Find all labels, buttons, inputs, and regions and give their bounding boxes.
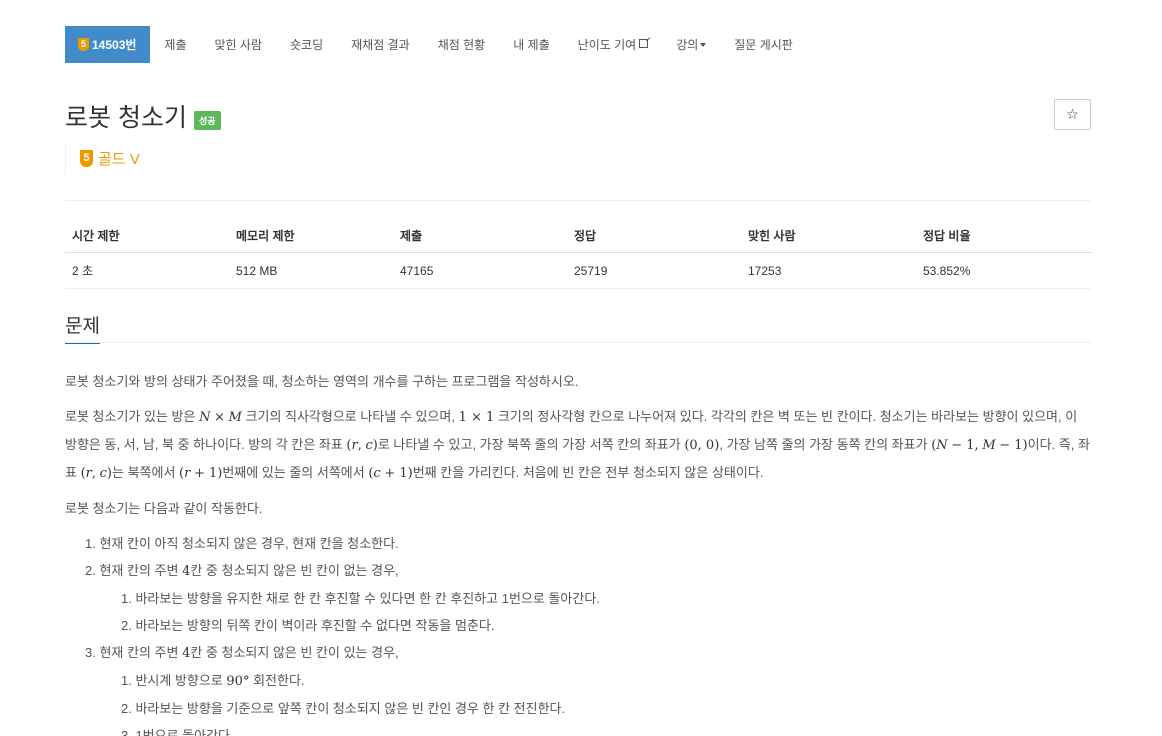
description-paragraph: 로봇 청소기와 방의 상태가 주어졌을 때, 청소하는 영역의 개수를 구하는 …	[65, 374, 579, 389]
time-limit-value: 2 초	[65, 252, 229, 289]
description-paragraph: 로봇 청소기는 다음과 같이 작동한다.	[65, 501, 263, 516]
divider	[65, 200, 1091, 201]
list-item: 3. 현재 칸의 주변 4칸 중 청소되지 않은 빈 칸이 있는 경우, 1. …	[85, 639, 1091, 736]
problem-menu: 5 14503번 제출 맞힌 사람 숏코딩 재채점 결과 채점 현황 내 제출 …	[65, 26, 807, 63]
submissions-value: 47165	[393, 252, 567, 289]
external-link-icon	[639, 39, 649, 48]
accepted-value: 25719	[567, 252, 741, 289]
nav-lectures[interactable]: 강의	[662, 26, 720, 63]
tier-icon: 5	[78, 38, 89, 51]
problem-id-label: 14503번	[92, 38, 137, 52]
table-row: 2 초 512 MB 47165 25719 17253 53.852%	[65, 252, 1091, 289]
list-item: 1. 현재 칸이 아직 청소되지 않은 경우, 현재 칸을 청소한다.	[85, 536, 399, 551]
nav-status[interactable]: 채점 현황	[424, 26, 500, 63]
list-item: 1. 바라보는 방향을 유지한 채로 한 칸 후진할 수 있다면 한 칸 후진하…	[121, 591, 600, 606]
nav-problem-id[interactable]: 5 14503번	[65, 26, 151, 63]
description-paragraph: 로봇 청소기가 있는 방은 N × M 크기의 직사각형으로 나타낼 수 있으며…	[65, 409, 1090, 481]
problem-description: 로봇 청소기와 방의 상태가 주어졌을 때, 청소하는 영역의 개수를 구하는 …	[65, 368, 1091, 736]
nav-short-coding[interactable]: 숏코딩	[276, 26, 337, 63]
header-memory-limit: 메모리 제한	[229, 219, 393, 253]
table-header-row: 시간 제한 메모리 제한 제출 정답 맞힌 사람 정답 비율	[65, 219, 1091, 253]
nav-my-submissions[interactable]: 내 제출	[499, 26, 563, 63]
status-badge: 성공	[193, 110, 221, 130]
nav-submit[interactable]: 제출	[150, 26, 200, 63]
tier-block: 5 골드 V	[65, 143, 140, 174]
memory-limit-value: 512 MB	[229, 252, 393, 289]
problem-section-header: 문제	[65, 311, 1091, 344]
star-button[interactable]: ☆	[1054, 99, 1091, 130]
list-item: 1. 반시계 방향으로 90° 회전한다.	[121, 673, 305, 689]
sub-steps-list: 1. 반시계 방향으로 90° 회전한다. 2. 바라보는 방향을 기준으로 앞…	[85, 667, 1091, 736]
list-item: 3. 1번으로 돌아간다.	[121, 728, 234, 736]
solved-users-value: 17253	[741, 252, 916, 289]
list-item: 2. 바라보는 방향의 뒤쪽 칸이 벽이라 후진할 수 없다면 작동을 멈춘다.	[121, 618, 495, 633]
sub-steps-list: 1. 바라보는 방향을 유지한 채로 한 칸 후진할 수 있다면 한 칸 후진하…	[85, 585, 1091, 639]
nav-question-board[interactable]: 질문 게시판	[720, 26, 807, 63]
nav-difficulty-contribution[interactable]: 난이도 기여	[564, 26, 663, 63]
tier-icon: 5	[80, 150, 93, 167]
accept-ratio-value: 53.852%	[916, 252, 1091, 289]
section-title: 문제	[65, 311, 100, 344]
problem-header: 로봇 청소기 성공	[65, 98, 221, 134]
list-item: 2. 바라보는 방향을 기준으로 앞쪽 칸이 청소되지 않은 빈 칸인 경우 한…	[121, 701, 566, 716]
header-time-limit: 시간 제한	[65, 219, 229, 253]
header-solved-users: 맞힌 사람	[741, 219, 916, 253]
steps-list: 1. 현재 칸이 아직 청소되지 않은 경우, 현재 칸을 청소한다. 2. 현…	[65, 530, 1091, 736]
tier-label[interactable]: 골드 V	[98, 148, 140, 169]
nav-solved-users[interactable]: 맞힌 사람	[201, 26, 277, 63]
header-accept-ratio: 정답 비율	[916, 219, 1091, 253]
difficulty-contribution-label: 난이도 기여	[577, 38, 637, 52]
nav-rejudge-results[interactable]: 재채점 결과	[337, 26, 424, 63]
header-submissions: 제출	[393, 219, 567, 253]
list-item: 2. 현재 칸의 주변 4칸 중 청소되지 않은 빈 칸이 없는 경우, 1. …	[85, 557, 1091, 639]
star-icon: ☆	[1066, 106, 1079, 122]
caret-down-icon	[700, 42, 707, 47]
header-accepted: 정답	[567, 219, 741, 253]
page-title: 로봇 청소기	[65, 104, 187, 132]
lectures-label: 강의	[676, 38, 699, 52]
problem-info-table: 시간 제한 메모리 제한 제출 정답 맞힌 사람 정답 비율 2 초 512 M…	[65, 219, 1091, 289]
